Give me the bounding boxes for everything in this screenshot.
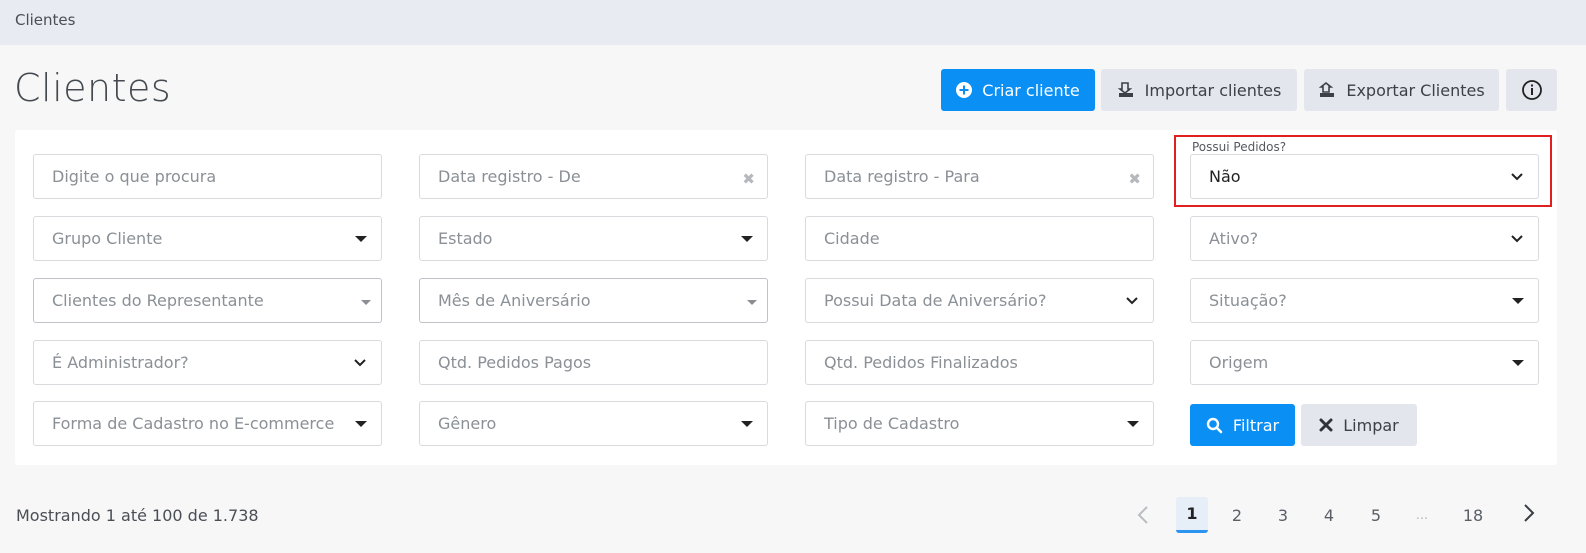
mes-aniversario-select[interactable]: Mês de Aniversário [419, 278, 768, 323]
situacao-select[interactable]: Situação? [1190, 278, 1539, 323]
possui-data-aniversario-select[interactable]: Possui Data de Aniversário? [805, 278, 1154, 323]
administrador-select[interactable]: É Administrador? [33, 340, 382, 385]
create-client-label: Criar cliente [982, 80, 1080, 100]
chevron-down-icon [1126, 297, 1138, 305]
possui-pedidos-select[interactable]: Não [1190, 154, 1539, 199]
caret-down-icon [1512, 360, 1524, 366]
ativo-select[interactable]: Ativo? [1190, 216, 1539, 261]
filter-label: Filtrar [1232, 415, 1280, 435]
plus-circle-icon [956, 82, 973, 98]
export-clients-label: Exportar Clientes [1346, 80, 1485, 100]
next-page-icon[interactable] [1522, 503, 1536, 523]
cidade-input[interactable]: Cidade [805, 216, 1154, 261]
chevron-down-icon [354, 359, 366, 367]
export-clients-button[interactable]: Exportar Clientes [1304, 69, 1499, 111]
top-bar: Clientes [0, 0, 1586, 45]
page-1[interactable]: 1 [1176, 497, 1208, 533]
page-5[interactable]: 5 [1360, 497, 1392, 533]
genero-select[interactable]: Gênero [419, 401, 768, 446]
origem-select[interactable]: Origem [1190, 340, 1539, 385]
date-from-input[interactable]: Data registro - De ✖ [419, 154, 768, 199]
caret-down-icon [741, 421, 753, 427]
clear-label: Limpar [1343, 415, 1399, 435]
search-input[interactable]: Digite o que procura [33, 154, 382, 199]
prev-page-icon[interactable] [1136, 505, 1150, 525]
forma-cadastro-select[interactable]: Forma de Cadastro no E-commerce [33, 401, 382, 446]
chevron-down-icon [1511, 173, 1523, 181]
clear-icon[interactable]: ✖ [1128, 170, 1141, 188]
breadcrumb[interactable]: Clientes [15, 11, 75, 29]
clear-icon[interactable]: ✖ [742, 170, 755, 188]
page-18[interactable]: 18 [1457, 497, 1489, 533]
caret-down-icon [355, 236, 367, 242]
caret-down-icon [1127, 421, 1139, 427]
qtd-pedidos-pagos-input[interactable]: Qtd. Pedidos Pagos [419, 340, 768, 385]
caret-down-icon [1512, 298, 1524, 304]
estado-select[interactable]: Estado [419, 216, 768, 261]
info-icon [1521, 80, 1542, 100]
date-to-input[interactable]: Data registro - Para ✖ [805, 154, 1154, 199]
grupo-cliente-select[interactable]: Grupo Cliente [33, 216, 382, 261]
chevron-down-icon [1511, 235, 1523, 243]
qtd-pedidos-finalizados-input[interactable]: Qtd. Pedidos Finalizados [805, 340, 1154, 385]
close-icon [1319, 418, 1333, 432]
import-clients-button[interactable]: Importar clientes [1101, 69, 1297, 111]
info-button[interactable] [1506, 69, 1557, 111]
create-client-button[interactable]: Criar cliente [941, 69, 1095, 111]
page-ellipsis: ... [1415, 507, 1429, 523]
page-4[interactable]: 4 [1313, 497, 1345, 533]
caret-down-icon [361, 300, 371, 305]
caret-down-icon [741, 236, 753, 242]
page-2[interactable]: 2 [1221, 497, 1253, 533]
clear-button[interactable]: Limpar [1301, 404, 1417, 446]
page-title: Clientes [14, 66, 172, 110]
search-icon [1206, 417, 1223, 433]
caret-down-icon [355, 421, 367, 427]
possui-pedidos-label: Possui Pedidos? [1192, 140, 1287, 154]
caret-down-icon [747, 300, 757, 305]
tipo-cadastro-select[interactable]: Tipo de Cadastro [805, 401, 1154, 446]
import-clients-label: Importar clientes [1144, 80, 1282, 100]
clientes-representante-select[interactable]: Clientes do Representante [33, 278, 382, 323]
filter-button[interactable]: Filtrar [1190, 404, 1295, 446]
export-icon [1319, 81, 1335, 97]
import-icon [1117, 82, 1133, 97]
page-3[interactable]: 3 [1267, 497, 1299, 533]
results-count: Mostrando 1 até 100 de 1.738 [16, 506, 259, 525]
